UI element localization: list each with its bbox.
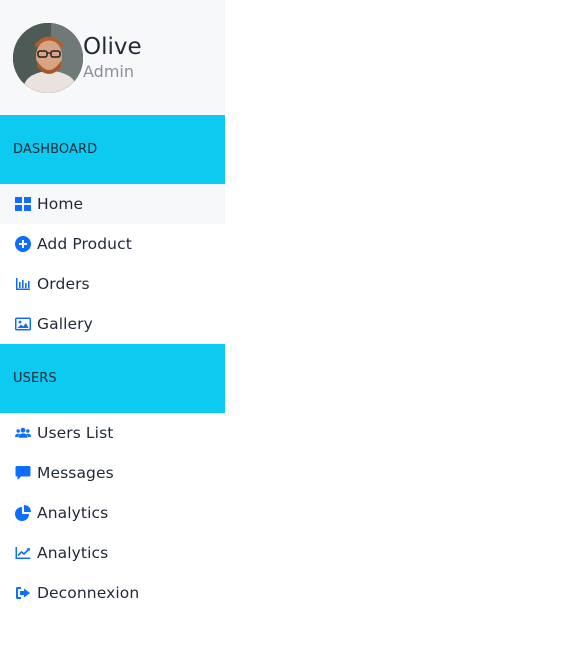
section-header-users: USERS	[0, 344, 225, 413]
nav-item-deconnexion[interactable]: Deconnexion	[0, 573, 225, 613]
nav-label: Users List	[37, 424, 114, 442]
profile-text: Olive Admin	[83, 34, 142, 82]
grid-icon	[15, 196, 31, 212]
nav-label: Analytics	[37, 544, 109, 562]
nav-label: Home	[37, 195, 84, 213]
nav-item-messages[interactable]: Messages	[0, 453, 225, 493]
nav-item-users-list[interactable]: Users List	[0, 413, 225, 453]
image-icon	[15, 316, 31, 332]
nav-label: Deconnexion	[37, 584, 140, 602]
profile-header: Olive Admin	[0, 0, 225, 115]
users-icon	[15, 425, 31, 441]
plus-circle-icon	[15, 236, 31, 252]
nav-label: Orders	[37, 275, 90, 293]
nav-item-orders[interactable]: Orders	[0, 264, 225, 304]
line-chart-icon	[15, 545, 31, 561]
nav-label: Analytics	[37, 504, 109, 522]
message-icon	[15, 465, 31, 481]
profile-role: Admin	[83, 61, 134, 81]
avatar[interactable]	[13, 22, 83, 93]
nav-label: Messages	[37, 464, 114, 482]
nav-label: Gallery	[37, 315, 93, 333]
nav-item-gallery[interactable]: Gallery	[0, 304, 225, 344]
section-header-dashboard: DASHBOARD	[0, 115, 225, 184]
logout-icon	[15, 585, 31, 601]
nav-label: Add Product	[37, 235, 132, 253]
nav-item-home[interactable]: Home	[0, 184, 225, 224]
pie-chart-icon	[15, 505, 31, 521]
nav-item-analytics-line[interactable]: Analytics	[0, 533, 225, 573]
profile-name: Olive	[83, 33, 142, 60]
bar-chart-icon	[15, 276, 31, 292]
nav-item-analytics-pie[interactable]: Analytics	[0, 493, 225, 533]
nav-item-add-product[interactable]: Add Product	[0, 224, 225, 264]
sidebar: Olive Admin DASHBOARD Home Add Product O…	[0, 0, 225, 645]
